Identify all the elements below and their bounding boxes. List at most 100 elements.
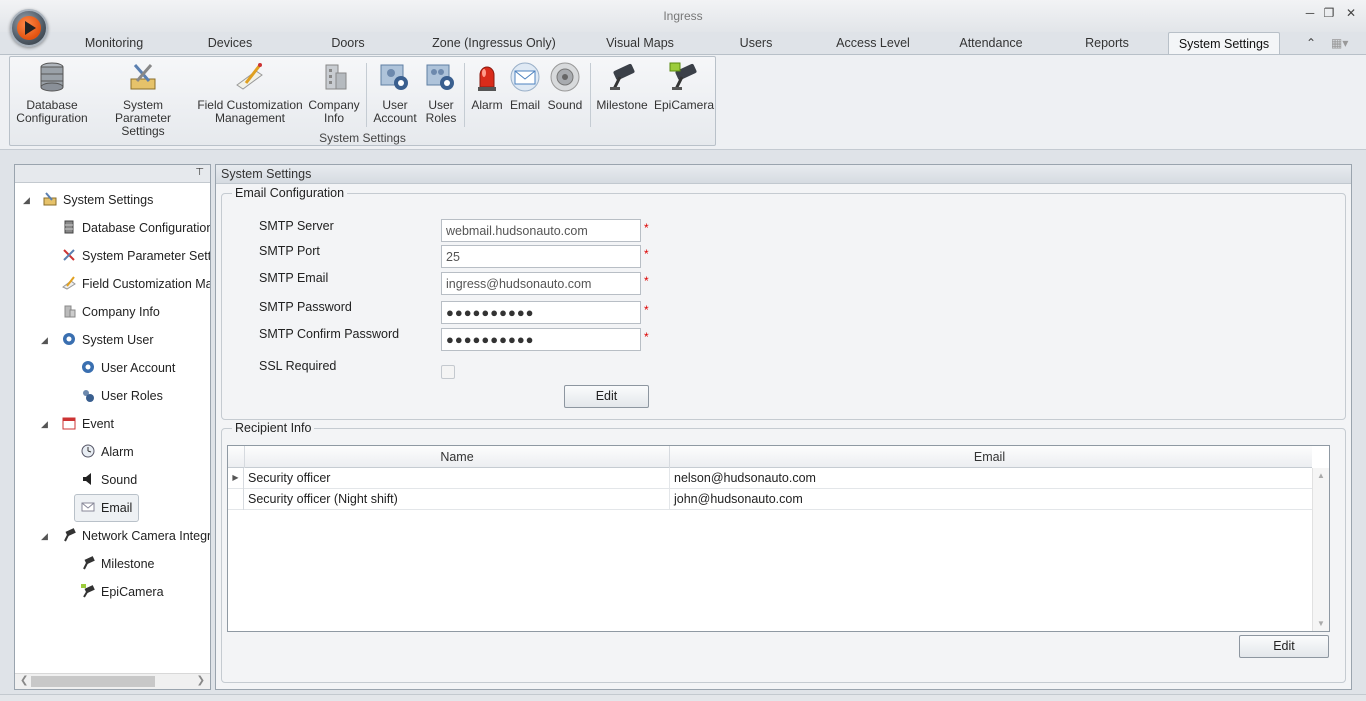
tree-item-epicamera[interactable]: EpiCamera <box>81 580 210 604</box>
sound-button[interactable]: Sound <box>544 61 586 112</box>
database-configuration-button[interactable]: Database Configuration <box>14 61 90 125</box>
epicamera-icon <box>668 61 700 93</box>
column-header-name[interactable]: Name <box>244 446 669 468</box>
table-row[interactable]: Security officer (Night shift) john@huds… <box>228 489 1312 510</box>
email-icon <box>81 497 95 512</box>
camera-icon <box>62 526 76 542</box>
epicamera-button[interactable]: EpiCamera <box>654 61 714 112</box>
user-roles-button[interactable]: User Roles <box>420 61 462 125</box>
ribbon-group-label: System Settings <box>319 131 406 145</box>
layout-icon[interactable]: ▦▾ <box>1331 36 1348 50</box>
field-customization-management-button[interactable]: Field Customization Management <box>196 61 304 125</box>
alarm-icon <box>471 61 503 93</box>
tree-item-field-customization[interactable]: Field Customization Management <box>62 272 210 296</box>
tree-item-alarm[interactable]: Alarm <box>81 440 210 464</box>
tree-item-network-camera-integration[interactable]: Network Camera Integration <box>62 524 210 548</box>
recipient-email[interactable]: nelson@hudsonauto.com <box>669 468 1309 489</box>
scroll-up-icon[interactable]: ▲ <box>1317 471 1325 480</box>
email-button[interactable]: Email <box>507 61 543 112</box>
email-config-edit-button[interactable]: Edit <box>564 385 649 408</box>
collapse-arrow-icon[interactable]: ◢ <box>41 531 48 542</box>
tab-users[interactable]: Users <box>726 32 786 54</box>
building-icon <box>318 61 350 93</box>
calendar-icon <box>62 414 76 430</box>
tab-devices[interactable]: Devices <box>190 32 270 54</box>
tab-reports[interactable]: Reports <box>1074 32 1140 54</box>
smtp-email-label: SMTP Email <box>259 271 329 285</box>
close-icon[interactable]: ✕ <box>1342 6 1360 20</box>
tree-item-system-parameter-settings[interactable]: System Parameter Settings <box>62 244 210 268</box>
recipient-edit-button[interactable]: Edit <box>1239 635 1329 658</box>
title-bar: Ingress ─ ❐ ✕ <box>0 0 1366 32</box>
tree-item-system-user[interactable]: System User <box>62 328 210 352</box>
tree-item-event[interactable]: Event <box>62 412 210 436</box>
recipient-name[interactable]: Security officer (Night shift) <box>244 489 669 510</box>
scroll-down-icon[interactable]: ▼ <box>1317 619 1325 628</box>
ssl-required-checkbox[interactable] <box>441 365 455 379</box>
user-account-button[interactable]: User Account <box>370 61 420 125</box>
email-configuration-group: Email Configuration SMTP Server * SMTP P… <box>221 186 1346 420</box>
scroll-right-icon[interactable]: ❯ <box>197 675 205 686</box>
ribbon-separator <box>366 63 367 127</box>
alarm-button[interactable]: Alarm <box>467 61 507 112</box>
company-info-button[interactable]: Company Info <box>306 61 362 125</box>
email-configuration-title: Email Configuration <box>232 186 348 200</box>
collapse-arrow-icon[interactable]: ◢ <box>41 419 48 430</box>
tools-icon <box>62 246 76 261</box>
tab-attendance[interactable]: Attendance <box>948 32 1034 54</box>
scrollbar-thumb[interactable] <box>31 676 155 687</box>
tree-item-database-configuration[interactable]: Database Configuration <box>62 216 210 240</box>
user-roles-icon <box>425 61 457 93</box>
settings-folder-icon <box>43 190 57 206</box>
row-header <box>228 489 244 510</box>
collapse-arrow-icon[interactable]: ◢ <box>23 195 30 206</box>
restore-icon[interactable]: ❐ <box>1320 6 1338 20</box>
minimize-ribbon-icon[interactable]: ⌃ <box>1306 36 1316 50</box>
tree-item-user-roles[interactable]: User Roles <box>81 384 210 408</box>
horizontal-scrollbar[interactable]: ❮ ❯ <box>15 673 210 689</box>
tree-item-system-settings[interactable]: System Settings <box>43 188 153 212</box>
recipient-info-title: Recipient Info <box>232 421 315 435</box>
tab-access-level[interactable]: Access Level <box>828 32 918 54</box>
tree-item-milestone[interactable]: Milestone <box>81 552 210 576</box>
collapse-arrow-icon[interactable]: ◢ <box>41 335 48 346</box>
main-panel-header: System Settings <box>216 165 1351 184</box>
tab-doors[interactable]: Doors <box>312 32 384 54</box>
main-tabs: Monitoring Devices Doors Zone (Ingressus… <box>0 32 1366 55</box>
tab-visual-maps[interactable]: Visual Maps <box>595 32 685 54</box>
tab-system-settings[interactable]: System Settings <box>1168 32 1280 55</box>
tree-item-company-info[interactable]: Company Info <box>62 300 210 324</box>
smtp-confirm-password-input[interactable] <box>441 328 641 351</box>
column-header-email[interactable]: Email <box>669 446 1309 468</box>
smtp-email-input[interactable] <box>441 272 641 295</box>
tree-item-email[interactable]: Email <box>74 494 140 522</box>
minimize-icon[interactable]: ─ <box>1301 6 1319 20</box>
pin-icon[interactable]: ⊤ <box>195 167 204 178</box>
sound-icon <box>549 61 581 93</box>
recipient-name[interactable]: Security officer <box>244 468 669 489</box>
speaker-icon <box>81 470 95 485</box>
camera-icon <box>81 554 95 570</box>
system-parameter-settings-button[interactable]: System Parameter Settings <box>94 61 192 138</box>
ssl-required-label: SSL Required <box>259 359 337 373</box>
tab-zone[interactable]: Zone (Ingressus Only) <box>420 32 568 54</box>
current-row-icon: ▶ <box>228 468 244 489</box>
scroll-left-icon[interactable]: ❮ <box>20 675 28 686</box>
app-logo[interactable] <box>10 9 48 47</box>
table-row[interactable]: ▶ Security officer nelson@hudsonauto.com <box>228 468 1312 489</box>
email-icon <box>509 61 541 93</box>
ribbon-group-system-settings: Database Configuration System Parameter … <box>9 56 716 146</box>
vertical-scrollbar[interactable]: ▲ ▼ <box>1312 468 1329 631</box>
tree-item-sound[interactable]: Sound <box>81 468 210 492</box>
tab-monitoring[interactable]: Monitoring <box>70 32 158 54</box>
smtp-port-input[interactable] <box>441 245 641 268</box>
required-marker: * <box>644 247 649 261</box>
navigation-panel: ⊤ ◢ System Settings Database Configurati… <box>14 164 211 690</box>
tree-item-user-account[interactable]: User Account <box>81 356 210 380</box>
pencil-icon <box>62 274 76 290</box>
smtp-password-input[interactable] <box>441 301 641 324</box>
milestone-button[interactable]: Milestone <box>592 61 652 112</box>
smtp-server-input[interactable] <box>441 219 641 242</box>
required-marker: * <box>644 221 649 235</box>
recipient-email[interactable]: john@hudsonauto.com <box>669 489 1309 510</box>
